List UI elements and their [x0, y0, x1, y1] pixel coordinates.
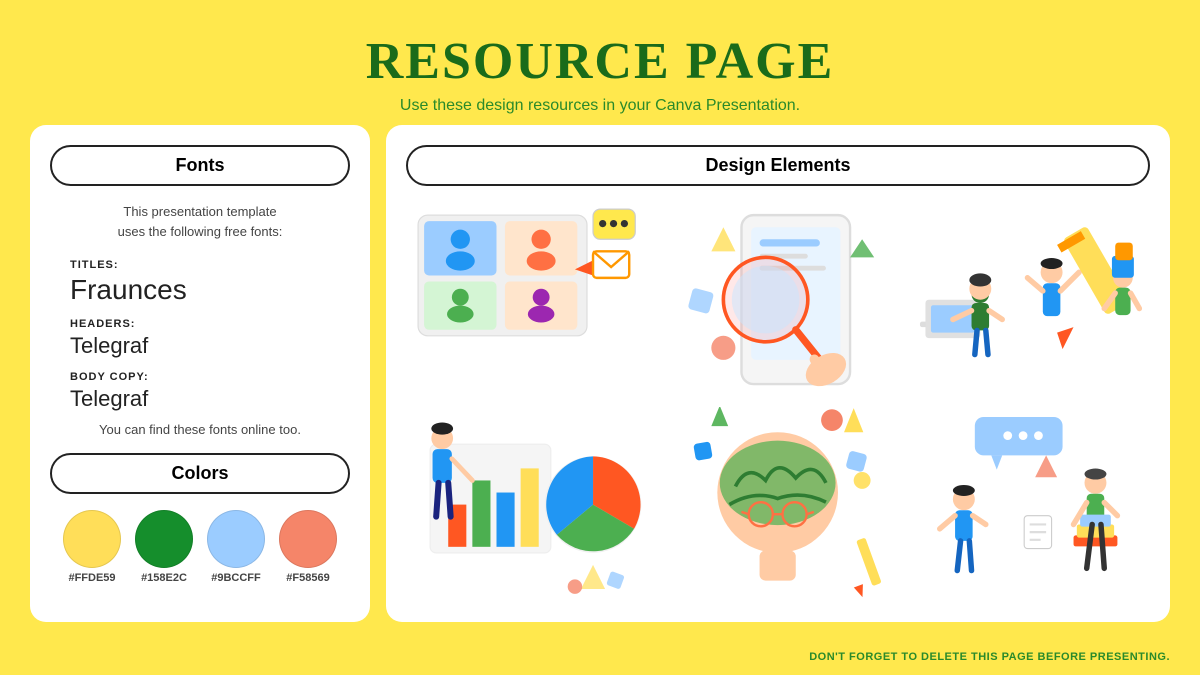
font-entry-body: BODY COPY: Telegraf — [50, 367, 350, 412]
illustration-magnify — [657, 202, 898, 397]
color-circle-yellow — [63, 510, 121, 568]
illustration-brain — [657, 407, 898, 602]
design-elements-grid — [406, 202, 1150, 602]
design-cell-5 — [657, 407, 898, 602]
fonts-header: Fonts — [50, 145, 350, 186]
color-hex-green: #158E2C — [141, 572, 187, 584]
fonts-note: You can find these fonts online too. — [50, 422, 350, 437]
illustration-people — [909, 202, 1150, 397]
main-content: Fonts This presentation templateuses the… — [30, 125, 1170, 622]
page-title: RESOURCE PAGE — [0, 32, 1200, 91]
illustration-collab — [909, 407, 1150, 602]
page-header: RESOURCE PAGE Use these design resources… — [0, 0, 1200, 125]
design-elements-header: Design Elements — [406, 145, 1150, 186]
design-cell-6 — [909, 407, 1150, 602]
design-cell-2 — [657, 202, 898, 397]
color-circle-green — [135, 510, 193, 568]
design-cell-4 — [406, 407, 647, 602]
color-hex-blue: #9BCCFF — [211, 572, 261, 584]
left-panel: Fonts This presentation templateuses the… — [30, 125, 370, 622]
illustration-video-call — [406, 202, 647, 397]
right-panel: Design Elements — [386, 125, 1170, 622]
font-entry-headers: HEADERS: Telegraf — [50, 314, 350, 359]
font-name-body: Telegraf — [70, 386, 350, 412]
design-cell-3 — [909, 202, 1150, 397]
fonts-description: This presentation templateuses the follo… — [50, 202, 350, 241]
color-swatches: #FFDE59 #158E2C #9BCCFF #F58569 — [50, 510, 350, 584]
color-swatch-green: #158E2C — [135, 510, 193, 584]
color-swatch-yellow: #FFDE59 — [63, 510, 121, 584]
color-hex-yellow: #FFDE59 — [68, 572, 115, 584]
design-cell-1 — [406, 202, 647, 397]
colors-header: Colors — [50, 453, 350, 494]
font-entry-titles: TITLES: Fraunces — [50, 255, 350, 306]
font-name-headers: Telegraf — [70, 333, 350, 359]
color-swatch-blue: #9BCCFF — [207, 510, 265, 584]
font-name-titles: Fraunces — [70, 274, 350, 306]
colors-section: Colors #FFDE59 #158E2C #9BCCFF #F58569 — [50, 453, 350, 584]
font-label-titles: TITLES: — [70, 259, 119, 271]
illustration-charts — [406, 407, 647, 602]
color-circle-coral — [279, 510, 337, 568]
color-swatch-coral: #F58569 — [279, 510, 337, 584]
color-circle-blue — [207, 510, 265, 568]
font-label-body: BODY COPY: — [70, 371, 149, 383]
page-subtitle: Use these design resources in your Canva… — [0, 97, 1200, 115]
color-hex-coral: #F58569 — [286, 572, 329, 584]
font-label-headers: HEADERS: — [70, 318, 135, 330]
footer-note: DON'T FORGET TO DELETE THIS PAGE BEFORE … — [809, 651, 1170, 663]
